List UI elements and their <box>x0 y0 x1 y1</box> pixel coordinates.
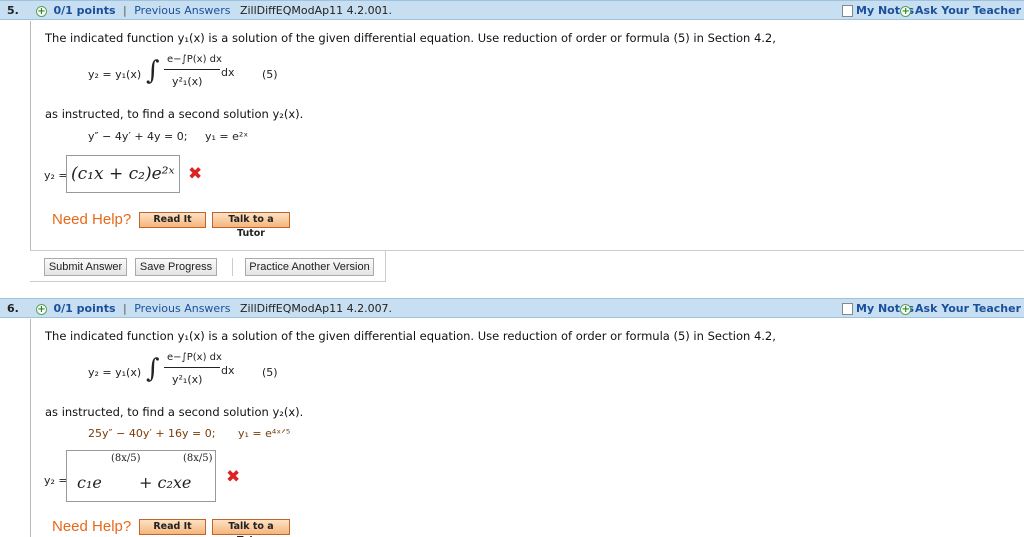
answer-field[interactable]: (c₁x + c₂)e²ˣ <box>66 155 180 193</box>
integral-sign: ∫ <box>146 354 160 384</box>
talk-to-tutor-button[interactable]: Talk to a Tutor <box>212 519 290 537</box>
exponent-1-value: 8x/5 <box>114 453 137 464</box>
question-5-header: 5. + 0/1 points | Previous Answers ZillD… <box>0 0 1024 20</box>
answer-field[interactable]: c₁e (8x/5) + c₂xe (8x/5) <box>66 450 216 502</box>
formula-dx: dx <box>221 66 235 79</box>
formula-lhs: y₂ = y₁(x) <box>88 68 142 81</box>
formula-denominator: y²₁(x) <box>172 373 203 386</box>
ask-teacher-link[interactable]: + Ask Your Teacher <box>900 4 1021 17</box>
exponent-2-value: 8x/5 <box>186 453 209 464</box>
question-6-header: 6. + 0/1 points | Previous Answers ZillD… <box>0 298 1024 318</box>
expand-plus-icon[interactable]: + <box>36 303 47 315</box>
separator: | <box>123 4 127 17</box>
instruction-text: as instructed, to find a second solution… <box>45 405 304 419</box>
formula-numerator: e−∫P(x) dx <box>167 54 222 65</box>
divider <box>386 250 1024 251</box>
plus-icon: + <box>900 303 912 315</box>
question-id: ZillDiffEQModAp11 4.2.007. <box>239 302 393 315</box>
points-label: 0/1 points <box>53 4 116 17</box>
need-help-label: Need Help? <box>52 518 132 535</box>
given-solution: y₁ = e⁴ˣᐟ⁵ <box>238 427 291 440</box>
formula-numerator: e−∫P(x) dx <box>167 352 222 363</box>
incorrect-icon: ✖ <box>226 467 241 487</box>
talk-to-tutor-button[interactable]: Talk to a Tutor <box>212 212 290 239</box>
ask-teacher-label: Ask Your Teacher <box>915 4 1021 17</box>
expand-plus-icon[interactable]: + <box>36 5 47 17</box>
need-help-label: Need Help? <box>52 211 132 228</box>
answer-label: y₂ = <box>44 474 68 487</box>
answer-term-2: + c₂xe <box>139 473 192 492</box>
formula-denominator: y²₁(x) <box>172 75 203 88</box>
submit-answer-button[interactable]: Submit Answer <box>44 258 127 276</box>
answer-exponent-1: (8x/5) <box>111 453 141 464</box>
fraction-line <box>164 69 220 70</box>
answer-exponent-2: (8x/5) <box>183 453 213 464</box>
points-row: + 0/1 points | Previous Answers ZillDiff… <box>36 4 392 17</box>
formula-tag: (5) <box>262 68 278 81</box>
formula-tag: (5) <box>262 366 278 379</box>
plus-icon: + <box>900 5 912 17</box>
question-intro: The indicated function y₁(x) is a soluti… <box>45 31 776 45</box>
save-progress-button[interactable]: Save Progress <box>135 258 217 276</box>
read-it-button[interactable]: Read It <box>139 212 206 228</box>
notes-icon <box>842 5 854 17</box>
previous-answers-link[interactable]: Previous Answers <box>134 302 230 315</box>
answer-term-1: c₁e <box>77 473 102 492</box>
notes-icon <box>842 303 854 315</box>
integral-sign: ∫ <box>146 56 160 86</box>
formula-lhs: y₂ = y₁(x) <box>88 366 142 379</box>
question-number: 5. <box>7 4 19 17</box>
question-number: 6. <box>7 302 19 315</box>
practice-another-version-button[interactable]: Practice Another Version <box>245 258 374 276</box>
points-label: 0/1 points <box>53 302 116 315</box>
ask-teacher-label: Ask Your Teacher <box>915 302 1021 315</box>
separator: | <box>123 302 127 315</box>
differential-equation: 25y″ − 40y′ + 16y = 0; <box>88 427 216 440</box>
formula-dx: dx <box>221 364 235 377</box>
incorrect-icon: ✖ <box>188 164 203 184</box>
instruction-text: as instructed, to find a second solution… <box>45 107 304 121</box>
button-separator <box>232 258 233 276</box>
differential-equation: y″ − 4y′ + 4y = 0; <box>88 130 188 143</box>
question-id: ZillDiffEQModAp11 4.2.001. <box>239 4 393 17</box>
points-row: + 0/1 points | Previous Answers ZillDiff… <box>36 302 392 315</box>
read-it-button[interactable]: Read It <box>139 519 206 535</box>
ask-teacher-link[interactable]: + Ask Your Teacher <box>900 302 1021 315</box>
question-intro: The indicated function y₁(x) is a soluti… <box>45 329 776 343</box>
previous-answers-link[interactable]: Previous Answers <box>134 4 230 17</box>
answer-label: y₂ = <box>44 169 68 182</box>
given-solution: y₁ = e²ˣ <box>205 130 249 143</box>
fraction-line <box>164 367 220 368</box>
